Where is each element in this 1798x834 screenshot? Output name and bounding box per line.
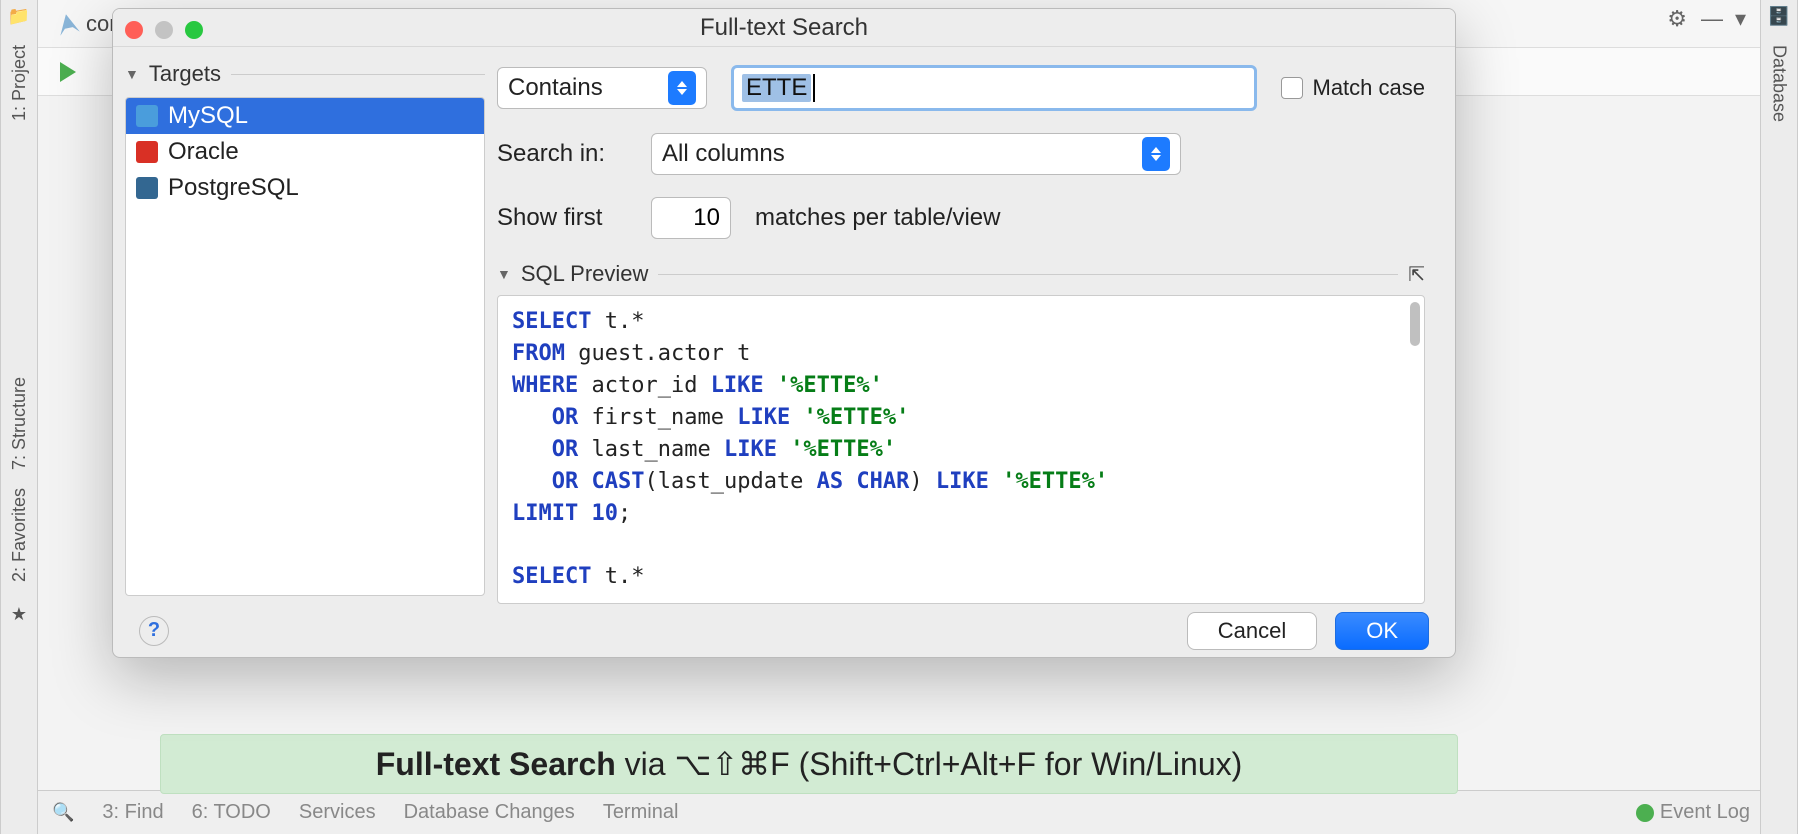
minimize-window-icon[interactable]: [155, 21, 173, 39]
status-dot-icon: [1636, 804, 1654, 822]
search-in-value: All columns: [662, 140, 785, 168]
mysql-icon: [56, 12, 80, 36]
match-mode-select[interactable]: Contains: [497, 67, 707, 109]
show-first-input[interactable]: [651, 197, 731, 239]
tool-services[interactable]: Services: [299, 801, 376, 824]
sql-preview-label: SQL Preview: [521, 261, 649, 287]
ok-button[interactable]: OK: [1335, 612, 1429, 650]
search-form: Contains ETTE Match case Search in: All …: [493, 47, 1455, 604]
target-label: PostgreSQL: [168, 174, 299, 202]
oracle-db-icon: [136, 141, 158, 163]
tool-db-changes[interactable]: Database Changes: [404, 801, 575, 824]
dialog-titlebar: Full-text Search: [113, 9, 1455, 47]
tool-database[interactable]: Database: [1769, 45, 1790, 122]
mysql-db-icon: [136, 105, 158, 127]
dialog-footer: ? Cancel OK: [113, 604, 1455, 657]
search-value: ETTE: [742, 74, 811, 102]
window-controls: [125, 21, 203, 39]
search-icon: 🔍: [52, 802, 74, 823]
status-bar: 🔍 3: Find 6: TODO Services Database Chan…: [38, 790, 1760, 834]
match-case-option[interactable]: Match case: [1281, 75, 1426, 101]
filter-icon[interactable]: ▾: [1735, 6, 1746, 32]
left-gutter: 📁 1: Project 7: Structure 2: Favorites ★: [0, 0, 38, 834]
target-postgresql[interactable]: PostgreSQL: [126, 170, 484, 206]
targets-panel: ▼ Targets MySQL Oracle PostgreSQL: [113, 47, 493, 604]
search-input[interactable]: ETTE: [731, 65, 1257, 111]
run-icon[interactable]: [60, 62, 76, 82]
hint-banner: Full-text Search via ⌥⇧⌘F (Shift+Ctrl+Al…: [160, 734, 1458, 794]
tool-event-log[interactable]: Event Log: [1636, 801, 1750, 824]
tool-find[interactable]: 3: Find: [102, 801, 163, 824]
popout-icon[interactable]: ⇱: [1408, 262, 1425, 287]
dialog-title: Full-text Search: [700, 14, 868, 42]
tool-favorites[interactable]: 2: Favorites: [9, 488, 30, 582]
target-oracle[interactable]: Oracle: [126, 134, 484, 170]
tool-project[interactable]: 1: Project: [9, 45, 30, 121]
show-first-suffix: matches per table/view: [755, 204, 1000, 232]
tool-todo[interactable]: 6: TODO: [192, 801, 271, 824]
zoom-window-icon[interactable]: [185, 21, 203, 39]
targets-list[interactable]: MySQL Oracle PostgreSQL: [125, 97, 485, 596]
match-mode-value: Contains: [508, 74, 603, 102]
postgresql-db-icon: [136, 177, 158, 199]
target-mysql[interactable]: MySQL: [126, 98, 484, 134]
show-first-label: Show first: [497, 204, 627, 232]
target-label: MySQL: [168, 102, 248, 130]
sql-preview[interactable]: SELECT t.* FROM guest.actor t WHERE acto…: [497, 295, 1425, 604]
search-in-select[interactable]: All columns: [651, 133, 1181, 175]
close-icon[interactable]: [125, 21, 143, 39]
help-button[interactable]: ?: [139, 616, 169, 646]
targets-label: Targets: [149, 61, 221, 87]
checkbox-icon[interactable]: [1281, 77, 1303, 99]
right-gutter: 🗄️ Database: [1760, 0, 1798, 834]
search-in-label: Search in:: [497, 140, 627, 168]
tool-terminal[interactable]: Terminal: [603, 801, 679, 824]
chevron-down-icon[interactable]: ▼: [125, 66, 139, 82]
cancel-button[interactable]: Cancel: [1187, 612, 1317, 650]
text-caret-icon: [813, 74, 815, 102]
chevron-down-icon[interactable]: ▼: [497, 266, 511, 282]
fulltext-search-dialog: Full-text Search ▼ Targets MySQL Oracle: [112, 8, 1456, 658]
tool-structure[interactable]: 7: Structure: [9, 377, 30, 470]
target-label: Oracle: [168, 138, 239, 166]
scrollbar-thumb[interactable]: [1410, 302, 1420, 346]
chevrons-icon: [668, 71, 696, 105]
match-case-label: Match case: [1313, 75, 1426, 101]
chevrons-icon: [1142, 137, 1170, 171]
minimize-icon[interactable]: —: [1701, 6, 1723, 32]
settings-icon[interactable]: ⚙: [1667, 6, 1687, 32]
